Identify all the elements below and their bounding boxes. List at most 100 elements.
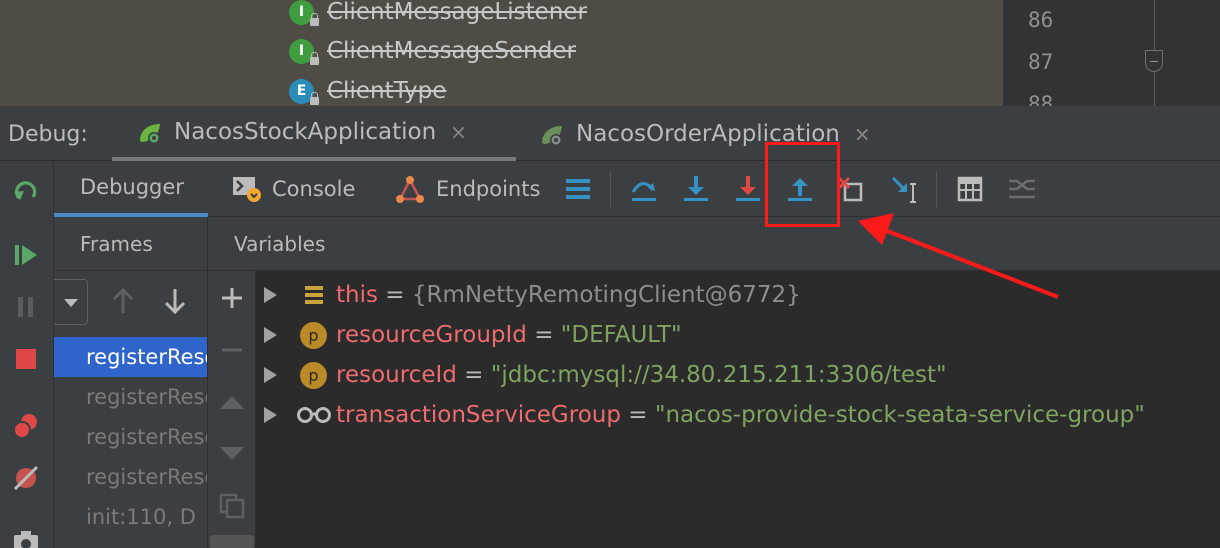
variable-equals: =	[377, 282, 412, 308]
duplicate-watch-icon[interactable]	[215, 489, 249, 523]
line-number: 88	[1028, 92, 1054, 106]
variable-name: this	[336, 282, 378, 308]
interface-icon: I	[289, 38, 319, 65]
parameter-icon: p	[300, 321, 327, 349]
tab-debugger[interactable]: Debugger	[54, 161, 208, 217]
enum-icon: E	[289, 78, 319, 105]
line-number: 86	[1028, 8, 1054, 32]
tab-label: Console	[272, 177, 356, 201]
variable-equals: =	[526, 322, 561, 348]
pause-program-icon[interactable]	[9, 290, 43, 324]
run-to-cursor-icon[interactable]	[886, 171, 922, 207]
highlight-annotation-box	[765, 142, 840, 227]
project-tree-panel: I ClientMessageListener I ClientMessageS…	[0, 0, 1220, 106]
toolbar-separator	[610, 171, 611, 207]
frame-item[interactable]: registerResource	[54, 417, 207, 457]
tab-label: Endpoints	[436, 177, 541, 201]
variables-side-toolbar	[208, 271, 256, 548]
thread-select-dropdown[interactable]	[54, 279, 88, 325]
trace-current-stream-icon[interactable]	[1004, 171, 1040, 207]
tree-item-label: ClientType	[327, 78, 447, 104]
parameter-icon: p	[300, 361, 327, 389]
frames-header: Frames	[54, 217, 208, 271]
resume-program-icon[interactable]	[9, 238, 43, 272]
view-breakpoints-icon[interactable]	[9, 409, 43, 443]
variable-value: "jdbc:mysql://34.80.215.211:3306/test"	[490, 362, 947, 388]
frame-label: registerResource	[86, 465, 207, 489]
variable-equals: =	[620, 402, 655, 428]
variable-row-resource-id[interactable]: p resourceId = "jdbc:mysql://34.80.215.2…	[256, 355, 1220, 395]
variable-value: "DEFAULT"	[560, 322, 682, 348]
mute-breakpoints-icon[interactable]	[9, 461, 43, 495]
tab-nacos-order-application[interactable]: NacosOrderApplication ×	[540, 106, 920, 161]
frame-item[interactable]: init:110, D	[54, 497, 207, 537]
step-over-icon[interactable]	[626, 171, 662, 207]
expand-arrow-icon[interactable]	[264, 287, 277, 303]
new-watch-icon[interactable]	[215, 281, 249, 315]
interface-icon: I	[289, 0, 319, 26]
tab-console[interactable]: Console	[232, 161, 355, 217]
move-down-icon[interactable]	[215, 437, 249, 471]
field-list-icon	[300, 282, 327, 309]
toolbar-separator	[936, 171, 937, 207]
tree-item-client-message-sender[interactable]: I ClientMessageSender	[289, 35, 576, 67]
spring-boot-debug-icon	[138, 121, 162, 144]
tree-item-client-message-listener[interactable]: I ClientMessageListener	[289, 0, 587, 28]
force-step-into-icon[interactable]	[730, 171, 766, 207]
frames-title: Frames	[80, 231, 153, 256]
line-number: 87	[1028, 50, 1054, 74]
evaluate-expression-icon[interactable]	[952, 171, 988, 207]
variable-value: {RmNettyRemotingClient@6772}	[411, 282, 801, 308]
frame-label: init:110, D	[86, 505, 196, 529]
scrollbar-thumb[interactable]	[210, 535, 254, 548]
frames-toolbar	[54, 271, 207, 333]
variables-title: Variables	[234, 231, 326, 256]
debug-label: Debug:	[8, 122, 88, 147]
step-into-icon[interactable]	[678, 171, 714, 207]
tab-endpoints[interactable]: Endpoints	[394, 161, 540, 217]
arrow-up-icon[interactable]	[110, 287, 136, 319]
annotation-arrow-icon	[858, 213, 1059, 299]
frames-panel: registerResource registerResource regist…	[54, 271, 208, 548]
watch-glasses-icon	[296, 402, 332, 429]
frame-item[interactable]: registerResource	[54, 337, 207, 377]
remove-watch-icon[interactable]	[215, 333, 249, 367]
variable-name: resourceId	[336, 362, 457, 388]
tree-item-client-type[interactable]: E ClientType	[289, 75, 446, 106]
debug-tool-window-header: Debug: NacosStockApplication × NacosOrde…	[0, 106, 1220, 161]
close-icon[interactable]: ×	[854, 122, 871, 146]
show-execution-point-icon[interactable]	[560, 171, 596, 207]
fold-toggle-icon[interactable]	[1145, 50, 1163, 72]
endpoints-icon	[394, 174, 426, 204]
expand-arrow-icon[interactable]	[264, 367, 277, 383]
frame-label: registerResource	[86, 425, 207, 449]
stop-icon[interactable]	[9, 342, 43, 376]
variable-row-transaction-service-group[interactable]: transactionServiceGroup = "nacos-provide…	[256, 395, 1220, 435]
arrow-down-icon[interactable]	[162, 287, 188, 319]
spring-boot-debug-icon	[540, 123, 564, 146]
tab-nacos-stock-application[interactable]: NacosStockApplication ×	[112, 106, 516, 161]
debug-left-toolbar	[0, 161, 54, 548]
variable-row-this[interactable]: this = {RmNettyRemotingClient@6772}	[256, 275, 1220, 315]
variable-name: resourceGroupId	[336, 322, 527, 348]
expand-arrow-icon[interactable]	[264, 407, 277, 423]
tab-label: Debugger	[80, 175, 184, 199]
move-up-icon[interactable]	[215, 385, 249, 419]
variable-value: "nacos-provide-stock-seata-service-group…	[654, 402, 1145, 428]
tree-item-label: ClientMessageSender	[327, 38, 576, 64]
variable-row-resource-group-id[interactable]: p resourceGroupId = "DEFAULT"	[256, 315, 1220, 355]
tab-label: NacosStockApplication	[174, 118, 437, 145]
tree-item-label: ClientMessageListener	[327, 0, 587, 25]
frame-item[interactable]: registerResource	[54, 377, 207, 417]
console-icon	[232, 175, 262, 203]
variables-tree: this = {RmNettyRemotingClient@6772} p re…	[256, 271, 1220, 548]
variable-name: transactionServiceGroup	[336, 402, 621, 428]
chevron-down-icon	[63, 293, 79, 312]
frame-label: registerResource	[86, 345, 207, 369]
variable-equals: =	[456, 362, 491, 388]
rerun-icon[interactable]	[9, 174, 43, 208]
frame-item[interactable]: registerResource	[54, 457, 207, 497]
camera-icon[interactable]	[9, 523, 43, 548]
expand-arrow-icon[interactable]	[264, 327, 277, 343]
close-icon[interactable]: ×	[450, 120, 467, 144]
